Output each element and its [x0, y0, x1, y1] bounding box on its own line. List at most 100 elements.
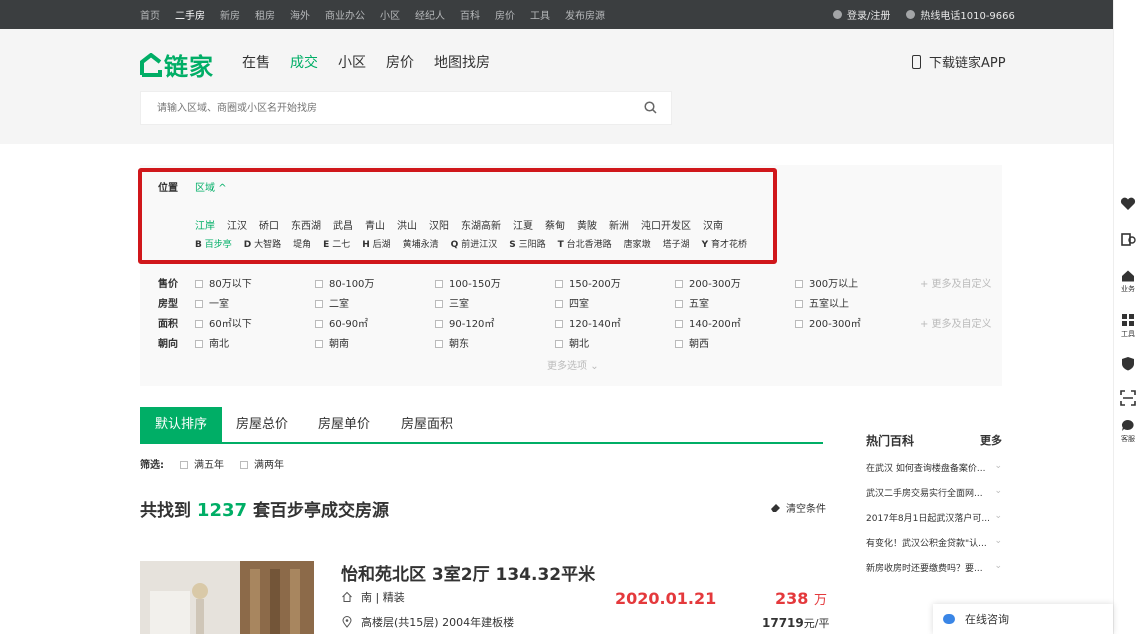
- guarantee-button[interactable]: [1120, 356, 1136, 373]
- price-option[interactable]: 200-300万: [675, 275, 795, 290]
- main-nav-onsale[interactable]: 在售: [242, 52, 270, 72]
- tab-default-sort[interactable]: 默认排序: [140, 407, 222, 442]
- top-nav-wiki[interactable]: 百科: [460, 7, 480, 22]
- price-option[interactable]: 150-200万: [555, 275, 675, 290]
- checkbox[interactable]: [315, 300, 323, 308]
- checkbox[interactable]: [675, 320, 683, 328]
- size-option[interactable]: 60㎡以下: [195, 315, 315, 330]
- checkbox[interactable]: [675, 340, 683, 348]
- more-options-toggle[interactable]: 更多选项 ⌄: [547, 357, 599, 372]
- checkbox[interactable]: [195, 280, 203, 288]
- wiki-item[interactable]: 武汉二手房交易实行全面网... ⌄: [866, 486, 1002, 511]
- orientation-option[interactable]: 南北: [195, 335, 315, 350]
- top-nav-tools[interactable]: 工具: [530, 7, 550, 22]
- price-option[interactable]: 80-100万: [315, 275, 435, 290]
- checkbox[interactable]: [435, 280, 443, 288]
- clear-filters-button[interactable]: 清空条件: [770, 500, 826, 515]
- logo[interactable]: 链家: [140, 47, 214, 82]
- checkbox[interactable]: [195, 320, 203, 328]
- hot-wiki-more-link[interactable]: 更多: [980, 432, 1002, 449]
- size-option[interactable]: 200-300㎡: [795, 315, 895, 330]
- top-nav-community[interactable]: 小区: [380, 7, 400, 22]
- wiki-item[interactable]: 有变化！武汉公积金贷款"认... ⌄: [866, 536, 1002, 561]
- layout-option[interactable]: 三室: [435, 295, 555, 310]
- screen-option[interactable]: 满两年: [240, 456, 284, 471]
- checkbox[interactable]: [795, 280, 803, 288]
- listing-title[interactable]: 怡和苑北区 3室2厅 134.32平米: [341, 560, 595, 585]
- top-nav-rent[interactable]: 租房: [255, 7, 275, 22]
- orientation-option[interactable]: 朝南: [315, 335, 435, 350]
- result-count: 共找到 1237 套百步亭成交房源: [140, 496, 389, 521]
- checkbox[interactable]: [795, 320, 803, 328]
- price-option[interactable]: 300万以上: [795, 275, 895, 290]
- checkbox[interactable]: [180, 461, 188, 469]
- checkbox[interactable]: [675, 300, 683, 308]
- checkbox[interactable]: [795, 300, 803, 308]
- wiki-item[interactable]: 2017年8月1日起武汉落户可... ⌄: [866, 511, 1002, 536]
- checkbox[interactable]: [315, 340, 323, 348]
- size-option[interactable]: 120-140㎡: [555, 315, 675, 330]
- checkbox[interactable]: [435, 320, 443, 328]
- checkbox[interactable]: [555, 300, 563, 308]
- size-option[interactable]: 140-200㎡: [675, 315, 795, 330]
- price-more-link[interactable]: + 更多及自定义: [920, 275, 992, 290]
- wiki-item[interactable]: 新房收房时还要缴费吗？要... ⌄: [866, 561, 1002, 586]
- top-nav-agent[interactable]: 经纪人: [415, 7, 445, 22]
- orientation-option[interactable]: 朝东: [435, 335, 555, 350]
- chat-icon: [943, 614, 955, 624]
- search-input[interactable]: [141, 92, 621, 124]
- tab-unit-price[interactable]: 房屋单价: [309, 407, 379, 442]
- business-button[interactable]: 业务: [1120, 269, 1136, 294]
- layout-option[interactable]: 五室以上: [795, 295, 895, 310]
- checkbox[interactable]: [555, 280, 563, 288]
- top-nav-new[interactable]: 新房: [220, 7, 240, 22]
- price-option[interactable]: 100-150万: [435, 275, 555, 290]
- orientation-option[interactable]: 朝北: [555, 335, 675, 350]
- main-nav-map[interactable]: 地图找房: [434, 52, 490, 72]
- top-nav-home[interactable]: 首页: [140, 7, 160, 22]
- screen-option[interactable]: 满五年: [180, 456, 224, 471]
- main-nav-deals[interactable]: 成交: [290, 52, 318, 72]
- tab-area[interactable]: 房屋面积: [392, 407, 462, 442]
- orientation-options: 南北 朝南 朝东 朝北 朝西: [195, 335, 795, 350]
- checkbox[interactable]: [195, 300, 203, 308]
- checkbox[interactable]: [675, 280, 683, 288]
- tools-button[interactable]: 工具: [1120, 313, 1136, 339]
- layout-option[interactable]: 二室: [315, 295, 435, 310]
- size-option[interactable]: 90-120㎡: [435, 315, 555, 330]
- checkbox[interactable]: [435, 300, 443, 308]
- scan-button[interactable]: [1120, 390, 1136, 408]
- checkbox[interactable]: [315, 280, 323, 288]
- search-icon[interactable]: [644, 101, 657, 114]
- top-nav-commercial[interactable]: 商业办公: [325, 7, 365, 22]
- main-nav-price[interactable]: 房价: [386, 52, 414, 72]
- checkbox[interactable]: [315, 320, 323, 328]
- checkbox[interactable]: [435, 340, 443, 348]
- top-nav-price[interactable]: 房价: [495, 7, 515, 22]
- online-consult-button[interactable]: 在线咨询: [933, 604, 1113, 634]
- login-link[interactable]: 登录/注册: [847, 7, 890, 22]
- listing-photo[interactable]: [140, 561, 314, 634]
- checkbox[interactable]: [240, 461, 248, 469]
- wiki-item[interactable]: 在武汉 如何查询楼盘备案价... ⌄: [866, 461, 1002, 486]
- checkbox[interactable]: [555, 340, 563, 348]
- orientation-option[interactable]: 朝西: [675, 335, 795, 350]
- top-nav-overseas[interactable]: 海外: [290, 7, 310, 22]
- top-nav-secondhand[interactable]: 二手房: [175, 7, 205, 22]
- download-app-link[interactable]: 下载链家APP: [912, 52, 1006, 71]
- checkbox[interactable]: [555, 320, 563, 328]
- customer-service-button[interactable]: 客服: [1120, 419, 1136, 444]
- size-more-link[interactable]: + 更多及自定义: [920, 315, 992, 330]
- layout-options: 一室 二室 三室 四室 五室 五室以上: [195, 295, 895, 310]
- top-nav-publish[interactable]: 发布房源: [565, 7, 605, 22]
- layout-option[interactable]: 一室: [195, 295, 315, 310]
- layout-option[interactable]: 四室: [555, 295, 675, 310]
- checkbox[interactable]: [195, 340, 203, 348]
- favorite-button[interactable]: [1120, 197, 1136, 213]
- layout-option[interactable]: 五室: [675, 295, 795, 310]
- history-button[interactable]: [1120, 230, 1136, 248]
- size-option[interactable]: 60-90㎡: [315, 315, 435, 330]
- tab-total-price[interactable]: 房屋总价: [227, 407, 297, 442]
- price-option[interactable]: 80万以下: [195, 275, 315, 290]
- main-nav-community[interactable]: 小区: [338, 52, 366, 72]
